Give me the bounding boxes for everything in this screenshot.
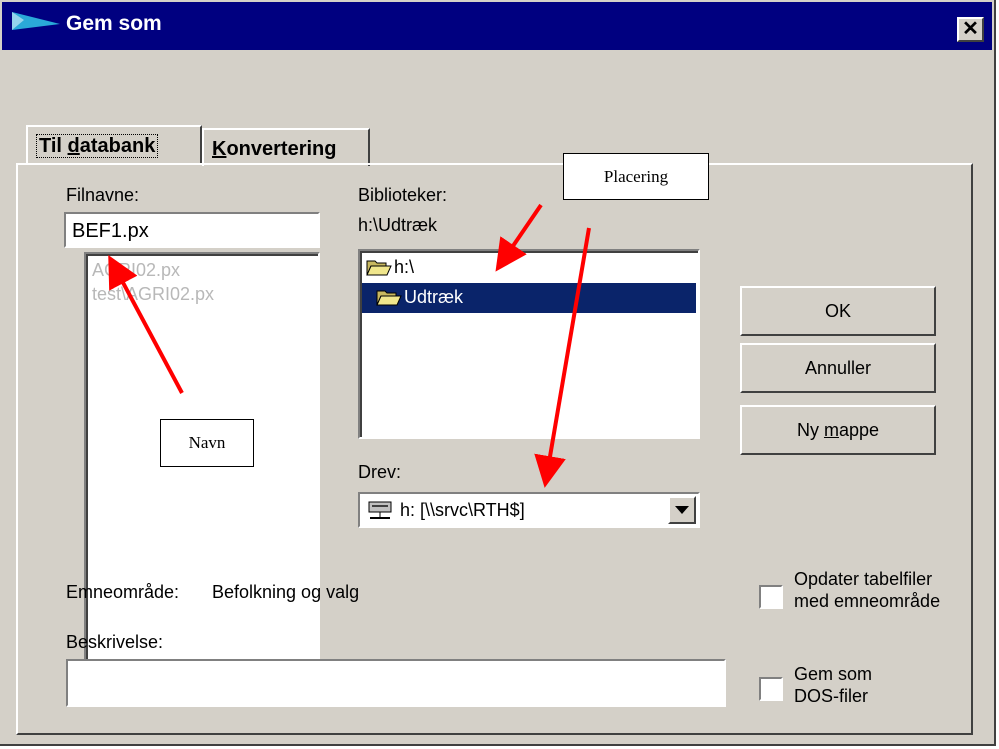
- arrow-placering-folders: [495, 203, 543, 272]
- arrow-placering-drive: [534, 227, 591, 488]
- annotation-arrows: [108, 203, 591, 488]
- arrow-navn-filename: [108, 254, 184, 394]
